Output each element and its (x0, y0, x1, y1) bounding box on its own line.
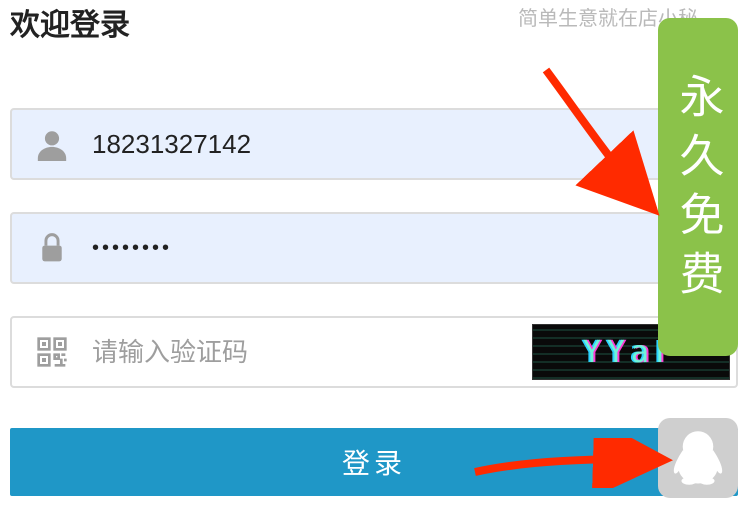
password-input[interactable] (92, 214, 736, 282)
login-form: YYaF 登录 (0, 98, 748, 506)
page-title: 欢迎登录 (10, 0, 130, 44)
qr-icon (12, 336, 92, 368)
captcha-input[interactable] (92, 318, 532, 386)
qq-icon (672, 430, 724, 486)
user-icon (12, 127, 92, 161)
username-field-wrap (10, 108, 738, 180)
captcha-field-wrap: YYaF (10, 316, 738, 388)
lock-icon (12, 231, 92, 265)
password-field-wrap (10, 212, 738, 284)
free-banner: 永久免费 (658, 18, 738, 356)
qq-contact-button[interactable] (658, 418, 738, 498)
username-input[interactable] (92, 110, 736, 178)
login-button[interactable]: 登录 (10, 428, 738, 496)
